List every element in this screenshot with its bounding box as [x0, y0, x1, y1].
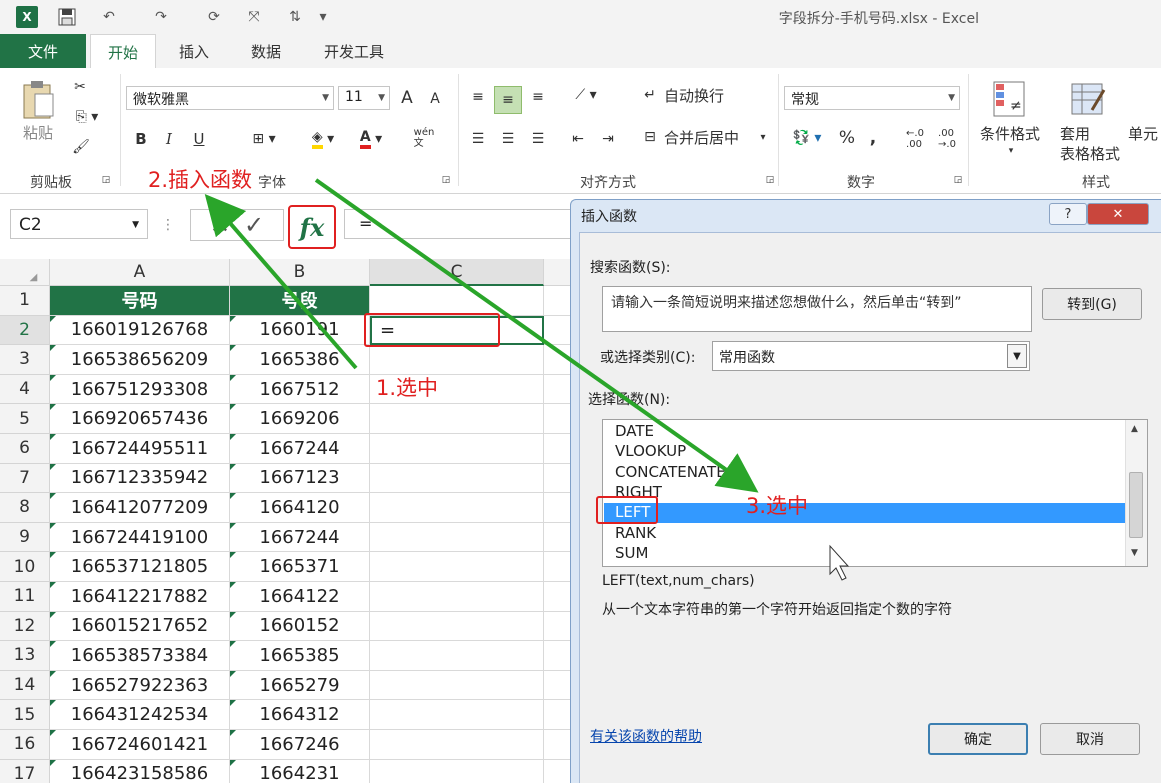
mouse-cursor-icon: [829, 544, 850, 581]
arrow-to-fx: [204, 193, 358, 370]
arrow-to-left: [314, 178, 759, 493]
annotation-arrows: [204, 178, 850, 581]
